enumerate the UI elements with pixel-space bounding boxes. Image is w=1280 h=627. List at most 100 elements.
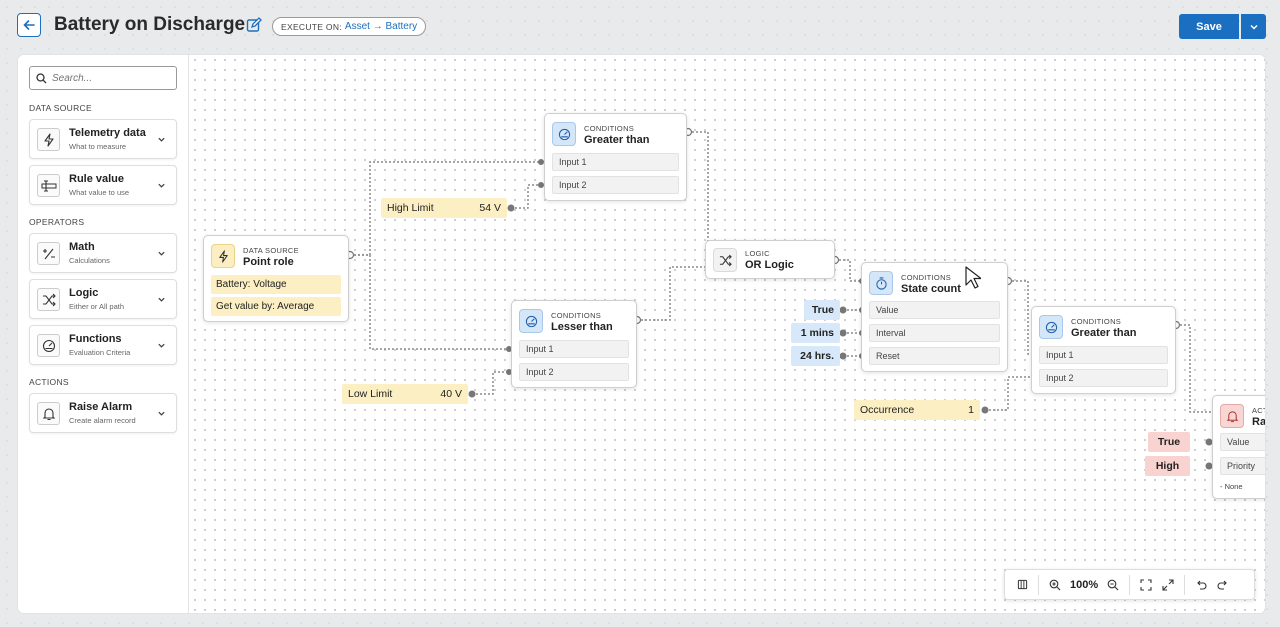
redo-icon [1217, 580, 1227, 590]
palette-item-math[interactable]: Math Calculations [29, 233, 177, 273]
node-category: CONDITIONS [1071, 317, 1122, 326]
palette-item-title: Rule value [69, 173, 125, 185]
chip-alarm-priority[interactable]: High [1145, 456, 1190, 476]
edit-icon[interactable] [246, 17, 262, 33]
node-option-none: - None [1220, 482, 1243, 491]
node-port-interval[interactable]: Interval [869, 324, 1000, 342]
gauge-icon [519, 309, 543, 333]
gauge-icon [552, 122, 576, 146]
palette-item-title: Logic [69, 287, 99, 299]
page-title: Battery on Discharge [54, 14, 246, 35]
chip-alarm-true[interactable]: True [1148, 432, 1190, 452]
palette-item-rule-value[interactable]: Rule value What value to use [29, 165, 177, 205]
gauge-icon [37, 334, 60, 357]
node-port-value[interactable]: Value [869, 301, 1000, 319]
timer-icon [869, 271, 893, 295]
node-greater-than-1[interactable]: CONDITIONS Greater than Input 1 Input 2 [544, 113, 687, 201]
save-options-button[interactable] [1241, 14, 1266, 39]
rule-editor: DATA SOURCE Telemetry data What to measu… [18, 55, 1265, 613]
palette-item-telemetry-data[interactable]: Telemetry data What to measure [29, 119, 177, 159]
palette-item-logic[interactable]: Logic Either or All path [29, 279, 177, 319]
chip-reset-value[interactable]: 24 hrs. [791, 346, 840, 366]
node-port-input-1[interactable]: Input 1 [1039, 346, 1168, 364]
node-name: Ra [1252, 416, 1265, 428]
chip-occurrence[interactable]: Occurrence 1 [854, 400, 980, 420]
arrow-left-icon [23, 20, 35, 30]
palette-item-subtitle: Either or All path [69, 302, 125, 311]
search-input[interactable] [52, 72, 172, 84]
node-category: DATA SOURCE [243, 246, 299, 255]
node-port-reset[interactable]: Reset [869, 347, 1000, 365]
undo-button[interactable] [1190, 574, 1212, 596]
chip-value: 40 V [440, 388, 462, 400]
node-port-priority[interactable]: Priority [1220, 457, 1265, 475]
node-port-input-1[interactable]: Input 1 [552, 153, 679, 171]
palette-sidebar: DATA SOURCE Telemetry data What to measu… [18, 55, 189, 613]
chip-label: Low Limit [348, 388, 393, 400]
section-operators: OPERATORS [29, 217, 85, 227]
node-category: CONDITIONS [901, 273, 952, 282]
search-box[interactable] [29, 66, 177, 90]
node-field-point[interactable]: Battery: Voltage [211, 275, 341, 294]
node-name: State count [901, 283, 961, 295]
node-field-aggregation[interactable]: Get value by: Average [211, 297, 341, 316]
chip-label: High Limit [387, 202, 434, 214]
palette-item-subtitle: Create alarm record [69, 416, 136, 425]
palette-item-functions[interactable]: Functions Evaluation Criteria [29, 325, 177, 365]
zoom-out-icon [1107, 579, 1119, 590]
chip-interval-value[interactable]: 1 mins [791, 323, 840, 343]
divider [1038, 574, 1039, 595]
redo-button[interactable] [1212, 574, 1234, 596]
node-name: Greater than [1071, 327, 1137, 339]
node-raise-alarm[interactable]: ACT Ra Value Priority - None [1212, 395, 1265, 499]
node-state-count[interactable]: CONDITIONS State count Value Interval Re… [861, 262, 1008, 372]
palette-item-subtitle: Evaluation Criteria [69, 348, 131, 357]
node-category: CONDITIONS [551, 311, 602, 320]
palette-item-raise-alarm[interactable]: Raise Alarm Create alarm record [29, 393, 177, 433]
node-port-input-2[interactable]: Input 2 [552, 176, 679, 194]
chevron-down-icon [1249, 24, 1258, 30]
fullscreen-button[interactable] [1157, 574, 1179, 596]
zoom-out-button[interactable] [1102, 574, 1124, 596]
palette-item-subtitle: Calculations [69, 256, 110, 265]
node-or-logic[interactable]: LOGIC OR Logic [705, 240, 835, 279]
save-button[interactable]: Save [1179, 14, 1239, 39]
node-port-input-2[interactable]: Input 2 [1039, 369, 1168, 387]
minimap-button[interactable] [1011, 574, 1033, 596]
fit-view-icon [1140, 578, 1152, 591]
expand-icon [1162, 578, 1174, 591]
flow-canvas[interactable]: DATA SOURCE Point role Battery: Voltage … [190, 55, 1265, 613]
zoom-in-button[interactable] [1044, 574, 1066, 596]
node-port-input-2[interactable]: Input 2 [519, 363, 629, 381]
node-lesser-than[interactable]: CONDITIONS Lesser than Input 1 Input 2 [511, 300, 637, 388]
back-button[interactable] [17, 13, 41, 37]
node-name: Point role [243, 256, 294, 268]
chip-high-limit[interactable]: High Limit 54 V [381, 198, 507, 218]
palette-item-title: Raise Alarm [69, 401, 133, 413]
execute-on-badge[interactable]: EXECUTE ON: Asset → Battery [272, 17, 427, 36]
chevron-down-icon [158, 411, 165, 416]
shuffle-icon [37, 288, 60, 311]
chevron-down-icon [158, 137, 165, 142]
node-port-value[interactable]: Value [1220, 433, 1265, 451]
divider [1184, 574, 1186, 595]
chevron-down-icon [158, 251, 165, 256]
chip-low-limit[interactable]: Low Limit 40 V [342, 384, 468, 404]
fit-view-button[interactable] [1135, 574, 1157, 596]
node-category: CONDITIONS [584, 124, 635, 133]
section-data-source: DATA SOURCE [29, 103, 92, 113]
canvas-toolbar: 100% [1004, 569, 1255, 600]
palette-item-subtitle: What to measure [69, 142, 127, 151]
palette-item-subtitle: What value to use [69, 188, 130, 197]
node-greater-than-2[interactable]: CONDITIONS Greater than Input 1 Input 2 [1031, 306, 1176, 394]
palette-item-title: Telemetry data [69, 127, 146, 139]
rule-value-icon [37, 174, 60, 197]
execute-on-value: Asset → Battery [344, 21, 418, 32]
chip-true[interactable]: True [804, 300, 840, 320]
search-icon [36, 72, 47, 83]
execute-on-label: EXECUTE ON: [281, 21, 342, 32]
node-port-input-1[interactable]: Input 1 [519, 340, 629, 358]
node-category: ACT [1252, 406, 1265, 415]
bell-icon [37, 402, 60, 425]
node-point-role[interactable]: DATA SOURCE Point role Battery: Voltage … [203, 235, 349, 322]
